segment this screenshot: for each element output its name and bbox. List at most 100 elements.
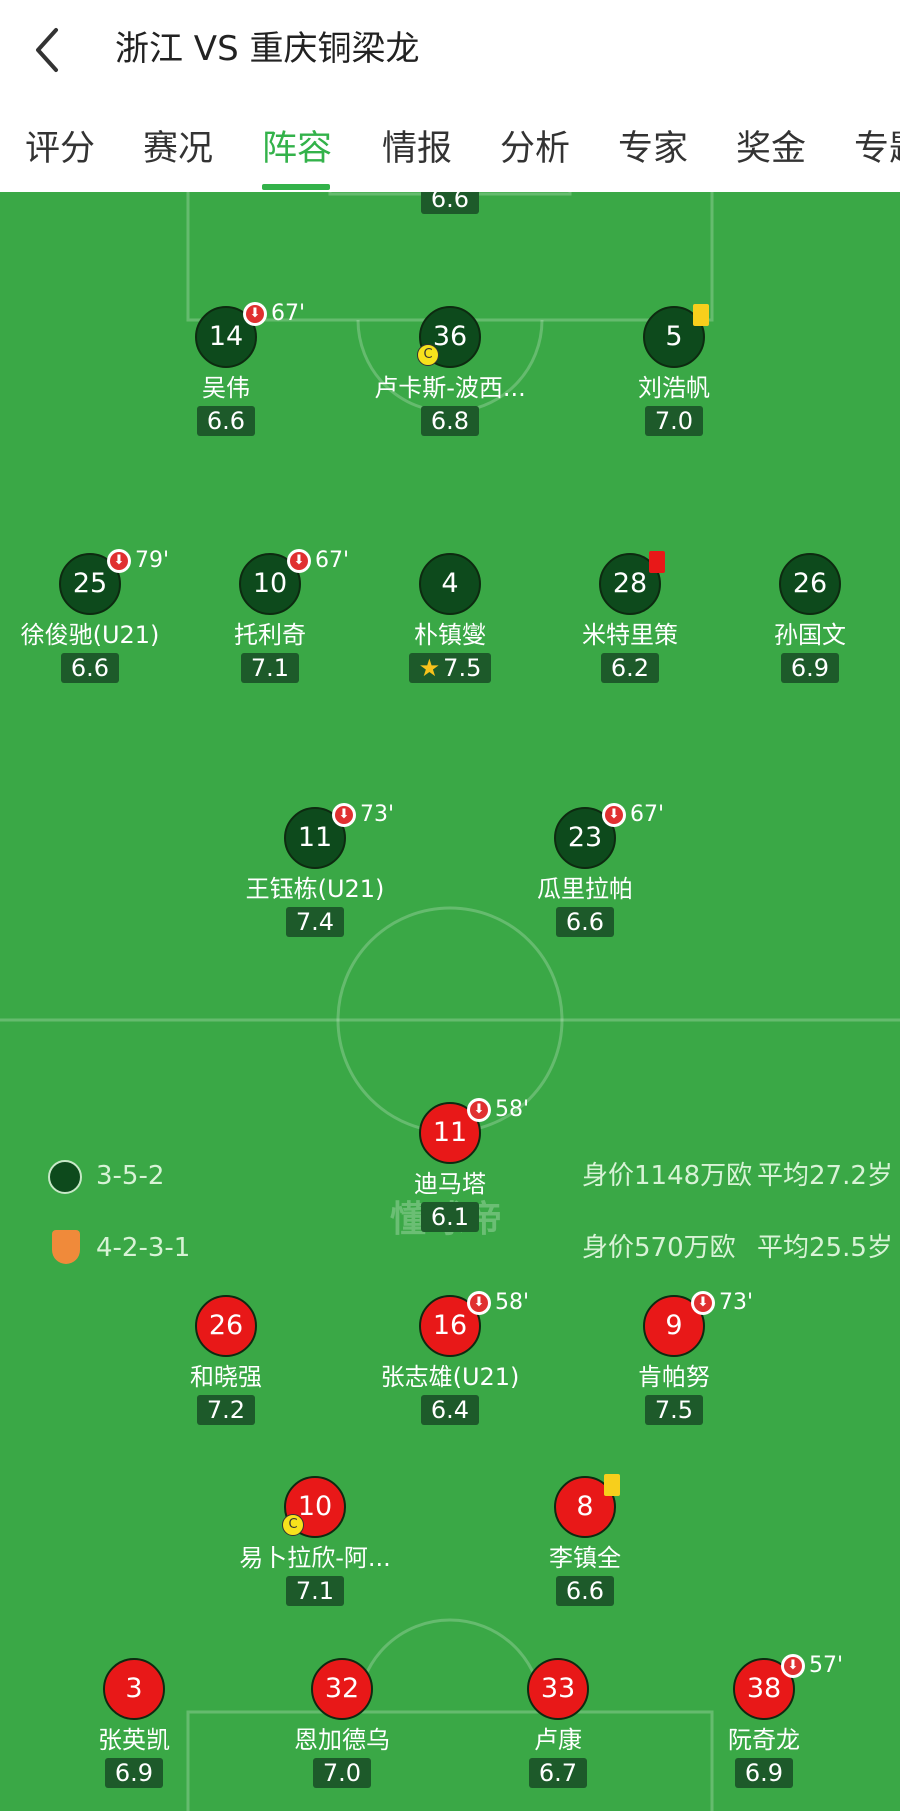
rating-row: 7.1 [175, 651, 365, 683]
rating-value: 6.9 [790, 654, 830, 682]
jersey-number: 14 [208, 321, 244, 352]
jersey-number: 3 [125, 1673, 143, 1704]
substitution-time: 58' [495, 1290, 530, 1315]
rating-value: 6.8 [430, 407, 470, 435]
jersey-number-badge: 32 [311, 1658, 373, 1720]
player-card[interactable]: 赵博6.6 [355, 192, 545, 214]
player-card[interactable]: 10 ⬇ 67' 托利奇 7.1 [175, 549, 365, 683]
jersey-number-badge: 25 ⬇ 79' [59, 549, 169, 615]
home-formation: 3-5-2 [96, 1161, 165, 1191]
yellow-card-icon [604, 1474, 620, 1496]
down-arrow-icon: ⬇ [290, 552, 308, 570]
tab-lineup[interactable]: 阵容 [262, 124, 332, 174]
player-rating: 6.6 [555, 907, 615, 937]
rating-value: 7.1 [295, 1577, 335, 1605]
player-card[interactable]: 11 ⬇ 73' 王钰栋(U21) 7.4 [220, 803, 410, 937]
player-rating: 7.2 [196, 1395, 256, 1425]
down-arrow-icon: ⬇ [246, 305, 264, 323]
jersey-number: 16 [432, 1310, 468, 1341]
rating-value: 6.6 [565, 1577, 605, 1605]
away-formation: 4-2-3-1 [96, 1233, 191, 1263]
jersey-number: 38 [746, 1673, 782, 1704]
player-rating: 6.9 [734, 1758, 794, 1788]
player-card[interactable]: 5 刘浩帆 7.0 [579, 304, 769, 436]
substitution-out-icon: ⬇ [781, 1654, 805, 1678]
substitution-time: 67' [271, 301, 306, 326]
rating-row: 7.4 [220, 905, 410, 937]
player-card[interactable]: 3 张英凯 6.9 [39, 1658, 229, 1788]
player-card[interactable]: 28 米特里策 6.2 [535, 551, 725, 683]
jersey-number: 9 [665, 1310, 683, 1341]
player-card[interactable]: 11 ⬇ 58' 迪马塔 6.1 [355, 1098, 545, 1232]
tab-topic[interactable]: 专题 [854, 124, 900, 174]
jersey-number: 26 [792, 568, 828, 599]
jersey-number-badge: 10 ⬇ 67' [239, 549, 349, 615]
jersey-number: 8 [576, 1491, 594, 1522]
player-card[interactable]: 10 C 易卜拉欣-阿... 7.1 [220, 1476, 410, 1606]
player-name: 刘浩帆 [638, 374, 710, 402]
player-rating: 7.1 [240, 653, 300, 683]
player-card[interactable]: 4 朴镇燮 ★ 7.5 [355, 553, 545, 683]
player-rating: 6.7 [528, 1758, 588, 1788]
player-card[interactable]: 26 和晓强 7.2 [131, 1295, 321, 1425]
tab-intel[interactable]: 情报 [382, 124, 452, 174]
rating-value: 6.6 [565, 908, 605, 936]
rating-value: 7.0 [654, 407, 694, 435]
home-average-age: 平均27.2岁 [757, 1161, 893, 1191]
jersey-number-badge: 14 ⬇ 67' [195, 302, 305, 368]
player-card[interactable]: 25 ⬇ 79' 徐俊驰(U21) 6.6 [0, 549, 185, 683]
player-rating: 6.9 [104, 1758, 164, 1788]
rating-value: 6.1 [430, 1203, 470, 1231]
jersey-number-badge: 36 C [417, 306, 481, 368]
rating-value: 6.7 [538, 1759, 578, 1787]
jersey-number-badge: 9 ⬇ 73' [643, 1291, 753, 1357]
player-name: 瓜里拉帕 [537, 875, 633, 903]
down-arrow-icon: ⬇ [110, 552, 128, 570]
jersey-number-badge: 28 [599, 551, 665, 615]
tab-bonus[interactable]: 奖金 [736, 124, 806, 174]
player-name: 孙国文 [774, 621, 846, 649]
rating-row: 6.1 [355, 1200, 545, 1232]
tab-expert[interactable]: 专家 [618, 124, 688, 174]
top-bar: 浙江 VS 重庆铜梁龙 [0, 0, 900, 100]
player-card[interactable]: 23 ⬇ 67' 瓜里拉帕 6.6 [490, 803, 680, 937]
player-card[interactable]: 16 ⬇ 58' 张志雄(U21) 6.4 [355, 1291, 545, 1425]
back-arrow-icon[interactable] [30, 22, 70, 78]
player-rating: 6.6 [60, 653, 120, 683]
down-arrow-icon: ⬇ [694, 1294, 712, 1312]
jersey-number: 32 [324, 1673, 360, 1704]
player-name: 卢康 [534, 1726, 582, 1754]
player-card[interactable]: 32 恩加德乌 7.0 [247, 1658, 437, 1788]
player-card[interactable]: 26 孙国文 6.9 [715, 553, 900, 683]
down-arrow-icon: ⬇ [335, 806, 353, 824]
player-rating: 7.0 [644, 406, 704, 436]
yellow-card-icon [693, 304, 709, 326]
rating-row: 7.2 [131, 1393, 321, 1425]
jersey-number: 28 [612, 568, 648, 599]
player-name: 李镇全 [549, 1544, 621, 1572]
down-arrow-icon: ⬇ [470, 1294, 488, 1312]
jersey-number: 10 [252, 568, 288, 599]
player-name: 易卜拉欣-阿... [239, 1544, 391, 1572]
player-card[interactable]: 14 ⬇ 67' 吴伟 6.6 [131, 302, 321, 436]
rating-row: 6.6 [490, 1574, 680, 1606]
jersey-number-badge: 26 [779, 553, 841, 615]
tab-rating[interactable]: 评分 [25, 124, 95, 174]
player-rating: 6.6 [555, 1576, 615, 1606]
player-rating: 6.2 [600, 653, 660, 683]
player-name: 米特里策 [582, 621, 678, 649]
jersey-number: 10 [297, 1491, 333, 1522]
tab-analysis[interactable]: 分析 [500, 124, 570, 174]
jersey-number-badge: 26 [195, 1295, 257, 1357]
jersey-number-badge: 38 ⬇ 57' [733, 1654, 843, 1720]
substitution-out-icon: ⬇ [467, 1291, 491, 1315]
rating-row: 6.8 [355, 404, 545, 436]
rating-row: 6.7 [463, 1756, 653, 1788]
tab-live[interactable]: 赛况 [143, 124, 213, 174]
player-card[interactable]: 36 C 卢卡斯-波西... 6.8 [355, 306, 545, 436]
player-card[interactable]: 8 李镇全 6.6 [490, 1474, 680, 1606]
player-card[interactable]: 9 ⬇ 73' 肯帕努 7.5 [579, 1291, 769, 1425]
substitution-out-icon: ⬇ [691, 1291, 715, 1315]
player-card[interactable]: 38 ⬇ 57' 阮奇龙 6.9 [669, 1654, 859, 1788]
player-card[interactable]: 33 卢康 6.7 [463, 1658, 653, 1788]
